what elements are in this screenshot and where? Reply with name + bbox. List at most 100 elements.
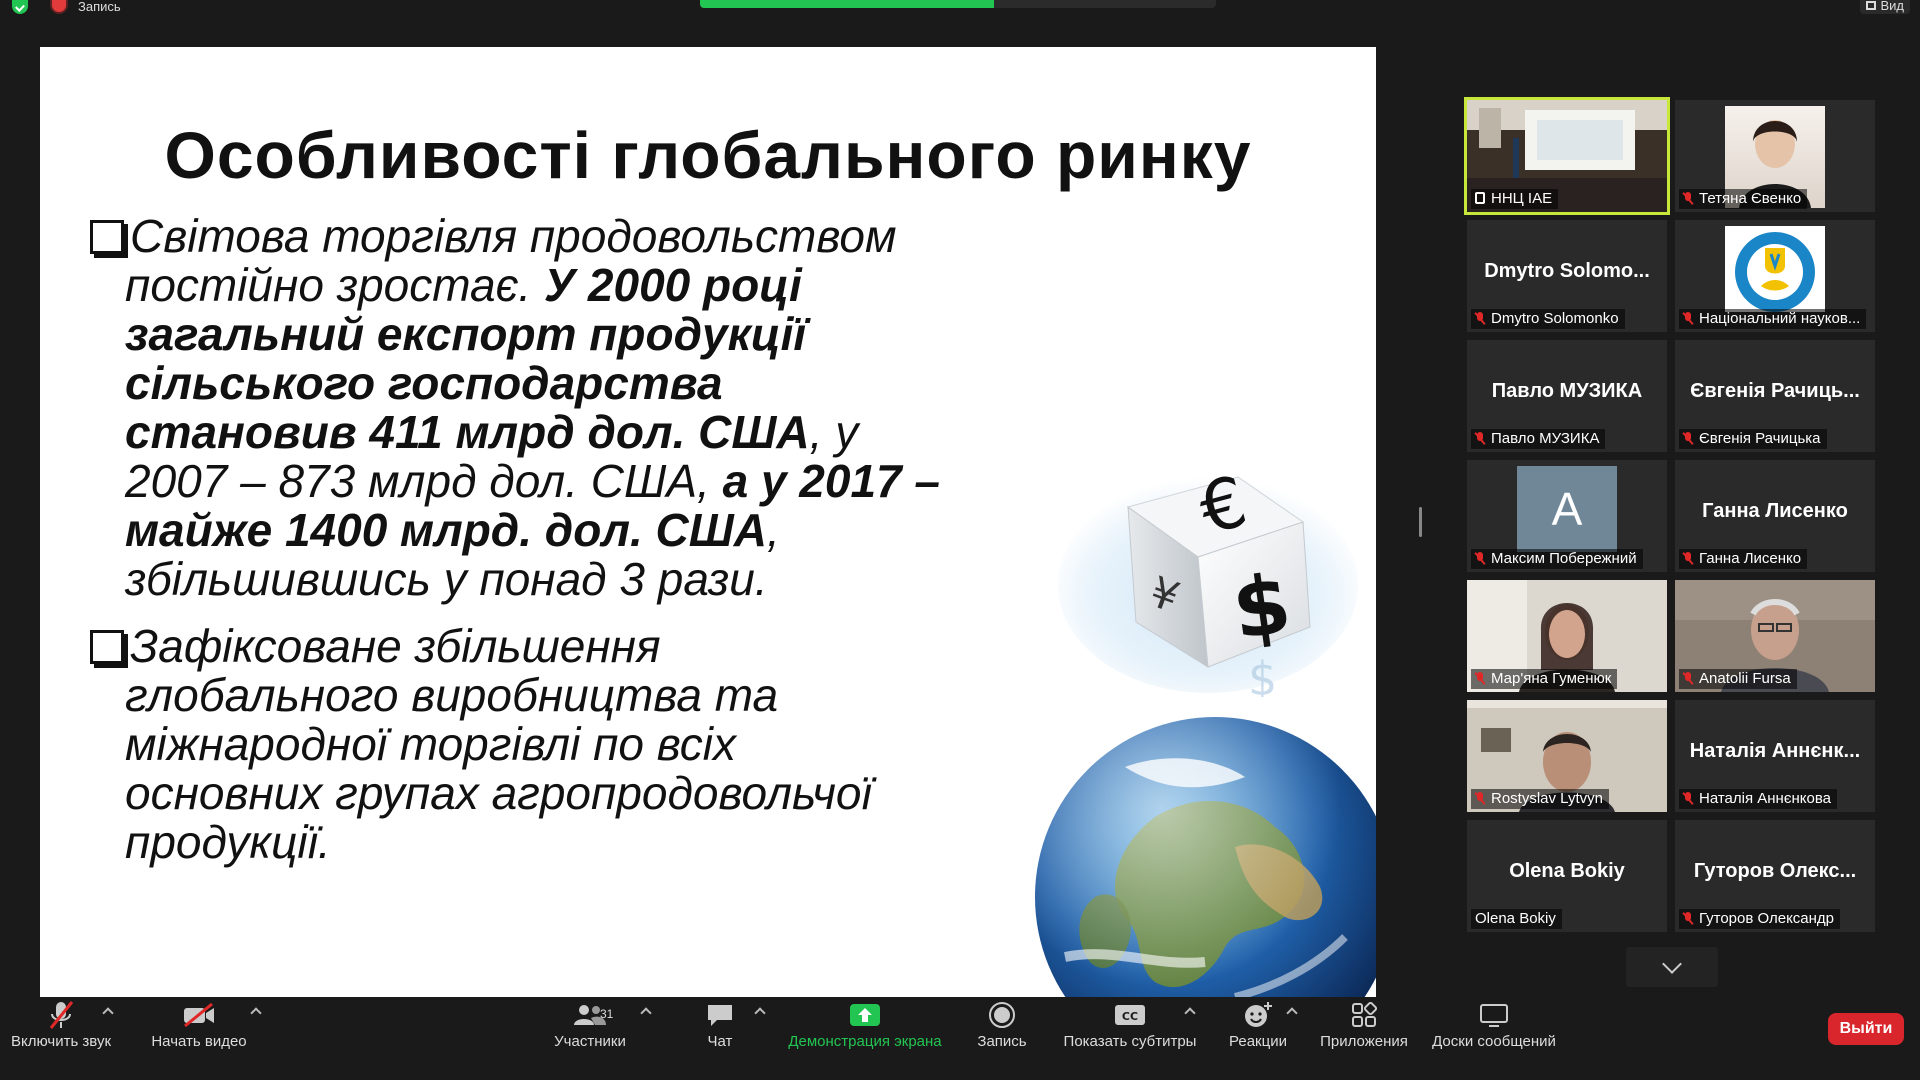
mic-muted-icon bbox=[1683, 912, 1693, 925]
checkbox-bullet-icon bbox=[90, 220, 124, 254]
participant-tile[interactable]: Євгенія Рачиць... Євгенія Рачицька bbox=[1675, 340, 1875, 452]
participant-name: Мар'яна Гуменюк bbox=[1491, 670, 1612, 687]
mic-muted-icon bbox=[1683, 312, 1693, 325]
record-label: Запись bbox=[977, 1033, 1027, 1050]
share-banner-fill bbox=[700, 0, 995, 8]
bullet-text: міжнародної торгівлі по всіх bbox=[125, 718, 736, 770]
bullet-text: глобального виробництва та bbox=[125, 669, 779, 721]
participant-name: Тетяна Євенко bbox=[1699, 190, 1802, 207]
bullet-bold-text: загальний експорт продукції bbox=[125, 308, 807, 360]
mic-muted-icon bbox=[1683, 792, 1693, 805]
bullet-text: постійно зростає. bbox=[125, 259, 544, 311]
participant-name-label: Наталія Аннєнкова bbox=[1679, 789, 1837, 809]
share-screen-button[interactable]: Демонстрация экрана bbox=[780, 997, 950, 1062]
bullet-line: Світова торгівля продовольством bbox=[130, 212, 1080, 261]
participant-name: Національний науков... bbox=[1699, 310, 1861, 327]
mic-muted-icon bbox=[1475, 432, 1485, 445]
captions-label: Показать субтитры bbox=[1063, 1033, 1197, 1050]
participant-name-label: Dmytro Solomonko bbox=[1471, 309, 1625, 329]
bullet-line: збільшившись у понад 3 рази. bbox=[125, 555, 1080, 604]
participant-name: Євгенія Рачицька bbox=[1699, 430, 1821, 447]
reactions-button[interactable]: Реакции bbox=[1220, 997, 1296, 1062]
mic-muted-icon bbox=[1475, 792, 1485, 805]
participant-tile[interactable]: A Максим Побережний bbox=[1467, 460, 1667, 572]
chat-icon bbox=[708, 1005, 732, 1026]
bullet-text: продукції. bbox=[125, 816, 331, 868]
participant-tile[interactable]: Наталія Аннєнк... Наталія Аннєнкова bbox=[1675, 700, 1875, 812]
participant-name-label: Olena Bokiy bbox=[1471, 909, 1562, 929]
participant-tile[interactable]: Ганна Лисенко Ганна Лисенко bbox=[1675, 460, 1875, 572]
bullet-text: основних групах агропродовольчої bbox=[125, 767, 872, 819]
cc-icon: CC bbox=[1115, 1005, 1145, 1025]
chat-options-caret[interactable] bbox=[754, 1007, 766, 1019]
participant-name: Наталія Аннєнкова bbox=[1699, 790, 1831, 807]
bullet-line: Зафіксоване збільшення bbox=[130, 622, 1080, 671]
participant-name: Olena Bokiy bbox=[1475, 910, 1556, 927]
participant-name: Павло МУЗИКА bbox=[1491, 430, 1600, 447]
participant-name-label: Мар'яна Гуменюк bbox=[1471, 669, 1618, 689]
mic-off-icon bbox=[49, 1001, 74, 1029]
bullet-text: збільшившись у понад 3 рази. bbox=[125, 553, 768, 605]
chevron-down-icon bbox=[1662, 954, 1682, 974]
participant-tile[interactable]: Rostyslav Lytvyn bbox=[1467, 700, 1667, 812]
bullet-line: постійно зростає. У 2000 році bbox=[125, 261, 1080, 310]
bullet-bold-text: майже 1400 млрд. дол. США bbox=[125, 504, 767, 556]
apps-button[interactable]: Приложения bbox=[1314, 997, 1414, 1062]
bullet-line: глобального виробництва та bbox=[125, 671, 1080, 720]
institution-logo bbox=[1725, 226, 1825, 312]
mic-muted-icon bbox=[1683, 192, 1693, 205]
record-button[interactable]: Запись bbox=[964, 997, 1040, 1062]
participant-tile[interactable]: Olena Bokiy Olena Bokiy bbox=[1467, 820, 1667, 932]
participant-tile[interactable]: Мар'яна Гуменюк bbox=[1467, 580, 1667, 692]
participant-tile[interactable]: Павло МУЗИКА Павло МУЗИКА bbox=[1467, 340, 1667, 452]
view-button[interactable]: Вид bbox=[1860, 0, 1910, 14]
chat-button[interactable]: Чат bbox=[690, 997, 750, 1062]
bullet-1-text: Світова торгівля продовольством постійно … bbox=[90, 212, 1080, 604]
leave-button[interactable]: Выйти bbox=[1828, 1013, 1904, 1045]
whiteboards-label: Доски сообщений bbox=[1432, 1033, 1556, 1050]
panel-resize-handle[interactable] bbox=[1419, 507, 1422, 537]
share-screen-label: Демонстрация экрана bbox=[788, 1033, 942, 1050]
screen-share-banner[interactable] bbox=[700, 0, 1216, 8]
whiteboards-button[interactable]: Доски сообщений bbox=[1426, 997, 1562, 1062]
participant-tile[interactable]: ННЦ ІАЕ bbox=[1464, 97, 1670, 215]
bullet-line: основних групах агропродовольчої bbox=[125, 769, 1080, 818]
gallery-scroll-down-button[interactable] bbox=[1626, 947, 1718, 987]
apps-icon bbox=[1352, 1002, 1377, 1027]
bullet-text: , у bbox=[809, 406, 859, 458]
video-options-caret[interactable] bbox=[250, 1007, 262, 1019]
captions-button[interactable]: CC Показать субтитры bbox=[1058, 997, 1202, 1062]
participant-name: Максим Побережний bbox=[1491, 550, 1637, 567]
video-off-icon bbox=[184, 1002, 214, 1028]
start-video-button[interactable]: Начать видео bbox=[148, 997, 250, 1062]
participants-options-caret[interactable] bbox=[640, 1007, 652, 1019]
participant-name-label: Ганна Лисенко bbox=[1679, 549, 1808, 569]
participant-tile[interactable]: Національний науков... bbox=[1675, 220, 1875, 332]
participants-button[interactable]: Участники bbox=[540, 997, 640, 1062]
unmute-label: Включить звук bbox=[10, 1033, 112, 1050]
participant-name: Ганна Лисенко bbox=[1699, 550, 1802, 567]
bullet-text: Зафіксоване збільшення bbox=[130, 620, 661, 672]
reactions-label: Реакции bbox=[1229, 1033, 1287, 1050]
participant-tile[interactable]: Тетяна Євенко bbox=[1675, 100, 1875, 212]
record-button-icon bbox=[989, 1002, 1015, 1028]
slide-bullet-1: Світова торгівля продовольством постійно … bbox=[90, 212, 1080, 604]
view-icon bbox=[1866, 1, 1877, 10]
participant-name-label: Павло МУЗИКА bbox=[1471, 429, 1606, 449]
participant-name: Anatolii Fursa bbox=[1699, 670, 1791, 687]
svg-text:CC: CC bbox=[1122, 1010, 1138, 1023]
start-video-label: Начать видео bbox=[151, 1033, 247, 1050]
participant-tile[interactable]: Dmytro Solomo... Dmytro Solomonko bbox=[1467, 220, 1667, 332]
shield-icon[interactable] bbox=[12, 0, 28, 14]
participant-tile[interactable]: Гуторов Олекс... Гуторов Олександр bbox=[1675, 820, 1875, 932]
mic-muted-icon bbox=[1475, 312, 1485, 325]
unmute-button[interactable]: Включить звук bbox=[8, 997, 114, 1062]
mic-muted-icon bbox=[1683, 552, 1693, 565]
bottom-strip bbox=[0, 1062, 1920, 1080]
bullet-line: продукції. bbox=[125, 818, 1080, 867]
bullet-line: становив 411 млрд дол. США, у bbox=[125, 408, 1080, 457]
bullet-text: 2007 – 873 млрд дол. США, bbox=[125, 455, 723, 507]
checkbox-bullet-icon bbox=[90, 630, 124, 664]
participant-tile[interactable]: Anatolii Fursa bbox=[1675, 580, 1875, 692]
bullet-2-text: Зафіксоване збільшення глобального виробн… bbox=[90, 622, 1080, 867]
